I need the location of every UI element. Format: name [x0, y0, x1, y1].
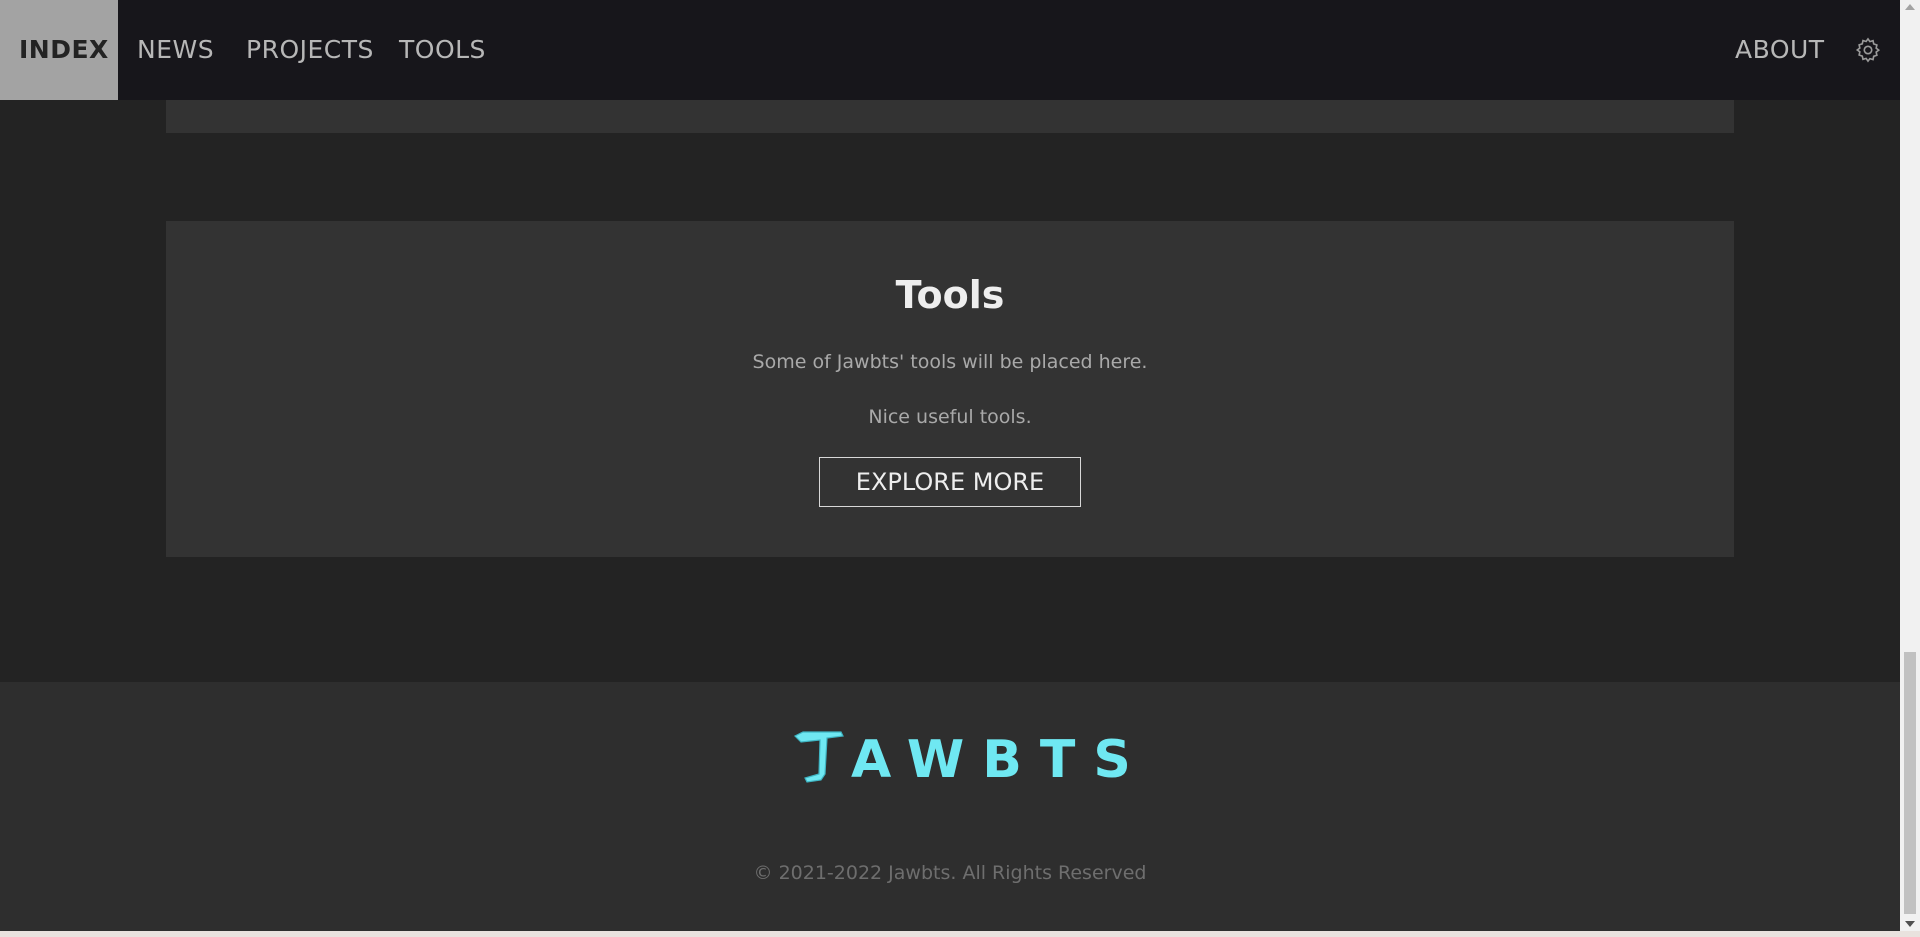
vertical-scrollbar[interactable]	[1900, 0, 1920, 931]
top-navbar: INDEX NEWS PROJECTS TOOLS ABOUT	[0, 0, 1900, 100]
tools-section-card: Tools Some of Jawbts' tools will be plac…	[166, 221, 1734, 557]
nav-projects[interactable]: PROJECTS	[246, 0, 374, 100]
nav-tools[interactable]: TOOLS	[399, 0, 486, 100]
scrollbar-thumb[interactable]	[1904, 652, 1916, 914]
nav-news[interactable]: NEWS	[137, 0, 214, 100]
footer: AWBTS © 2021-2022 Jawbts. All Rights Res…	[0, 682, 1900, 931]
tools-description: Some of Jawbts' tools will be placed her…	[752, 351, 1148, 373]
explore-more-button[interactable]: EXPLORE MORE	[819, 457, 1081, 507]
previous-section-card	[166, 100, 1734, 133]
logo-j-mark	[793, 731, 844, 783]
logo-text: AWBTS	[851, 730, 1149, 790]
scroll-up-arrow-icon[interactable]	[1905, 4, 1915, 10]
gear-icon[interactable]	[1854, 36, 1882, 64]
tools-title: Tools	[895, 273, 1005, 317]
copyright-text: © 2021-2022 Jawbts. All Rights Reserved	[753, 862, 1147, 884]
jawbts-logo: AWBTS	[793, 722, 1131, 792]
nav-index[interactable]: INDEX	[0, 0, 118, 100]
window-bottom-edge	[0, 931, 1920, 937]
tools-tagline: Nice useful tools.	[868, 406, 1032, 428]
scroll-down-arrow-icon[interactable]	[1905, 921, 1915, 927]
nav-about[interactable]: ABOUT	[1735, 0, 1825, 100]
